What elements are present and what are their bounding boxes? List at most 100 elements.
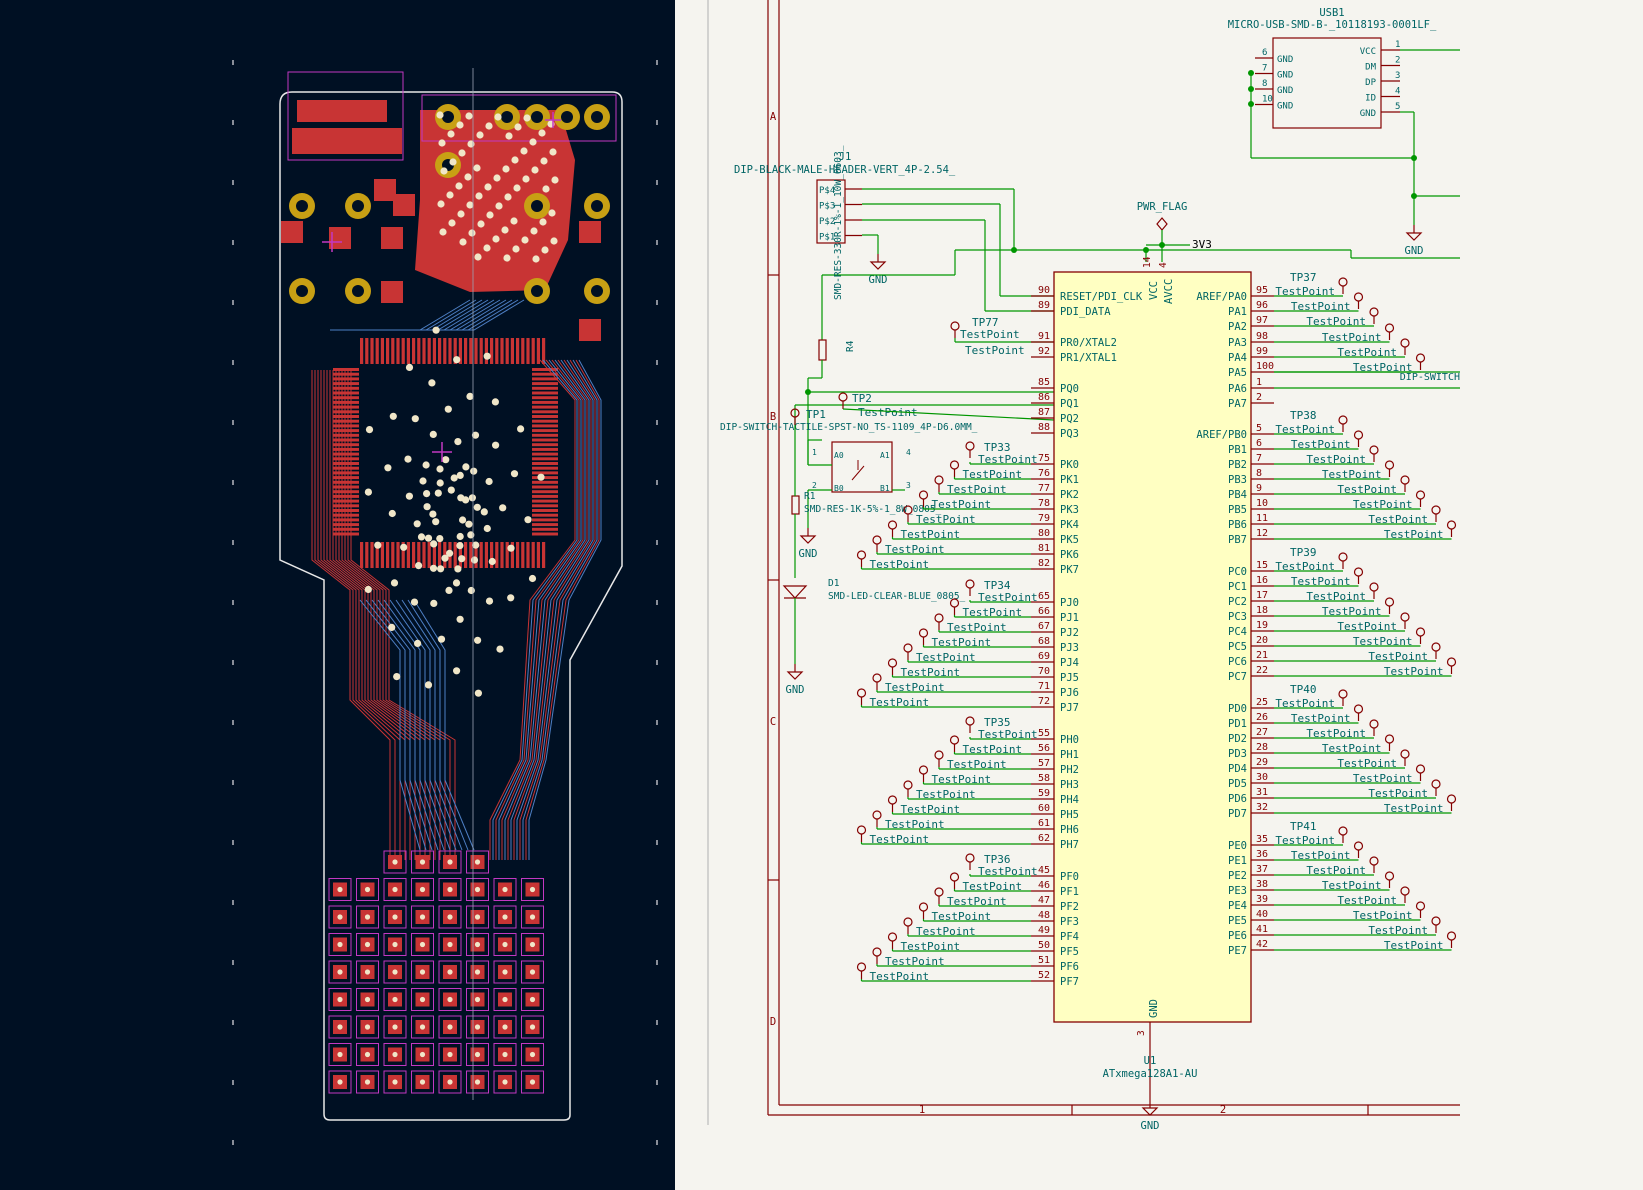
pcb-canvas[interactable] bbox=[0, 0, 675, 1190]
tp-value: TestPoint bbox=[1368, 650, 1428, 663]
qfp-pad bbox=[532, 377, 558, 381]
pin-name: PF1 bbox=[1060, 886, 1079, 898]
pin-number: 16 bbox=[1256, 575, 1268, 586]
testpoint-symbol bbox=[918, 490, 929, 500]
pcb-editor-view[interactable] bbox=[0, 0, 675, 1190]
qfp-pad bbox=[386, 542, 390, 568]
pin-name: GND bbox=[1277, 86, 1293, 96]
tp-value: TestPoint bbox=[1322, 331, 1382, 344]
pin-number: 19 bbox=[1256, 620, 1268, 631]
tp-value: TestPoint bbox=[965, 344, 1025, 357]
grid-mark bbox=[656, 720, 658, 725]
grid-mark bbox=[656, 180, 658, 185]
pin-number: 3 bbox=[906, 481, 911, 490]
grid-mark bbox=[656, 660, 658, 665]
qfp-pad bbox=[370, 542, 374, 568]
pin-name: PK2 bbox=[1060, 489, 1079, 501]
via bbox=[448, 219, 456, 227]
grid-mark bbox=[232, 240, 234, 245]
via bbox=[510, 470, 519, 478]
tp-value: TestPoint bbox=[1322, 468, 1382, 481]
tp-value: TestPoint bbox=[1384, 939, 1444, 952]
testpoint-symbol bbox=[965, 579, 975, 589]
pin-name: GND bbox=[1148, 999, 1160, 1018]
testpoint-symbol bbox=[1384, 460, 1395, 470]
via bbox=[459, 516, 467, 524]
qfp-pad bbox=[532, 471, 558, 475]
qfp-pad bbox=[495, 338, 499, 364]
led-via bbox=[447, 859, 453, 865]
grid-mark bbox=[232, 1020, 234, 1025]
qfp-pad bbox=[333, 419, 359, 423]
qfp-pad bbox=[422, 338, 426, 364]
led-via bbox=[447, 1024, 453, 1030]
via bbox=[504, 193, 512, 201]
led-via bbox=[337, 886, 343, 893]
qfp-pad bbox=[542, 542, 546, 568]
qfp-pad bbox=[333, 466, 359, 470]
r1-body bbox=[791, 495, 800, 515]
tp-value: TestPoint bbox=[978, 453, 1038, 466]
pin-number: 61 bbox=[1038, 818, 1050, 829]
testpoint-symbol bbox=[1446, 794, 1457, 804]
led-via bbox=[337, 1024, 343, 1030]
pin-name: PC6 bbox=[1228, 656, 1247, 668]
grid-mark bbox=[232, 1140, 234, 1145]
dip-switch-net-label: DIP-SWITCH bbox=[1400, 372, 1460, 383]
via bbox=[437, 565, 445, 573]
qfp-pad bbox=[333, 391, 359, 395]
testpoint-symbol bbox=[1369, 582, 1379, 592]
tp-ref: TP2 bbox=[852, 392, 872, 405]
via bbox=[510, 217, 518, 225]
led-via bbox=[474, 969, 481, 975]
grid-mark bbox=[656, 1080, 658, 1085]
via bbox=[476, 131, 484, 139]
grid-mark bbox=[656, 900, 658, 905]
pin-name: PC1 bbox=[1228, 581, 1247, 593]
via bbox=[483, 524, 491, 533]
via bbox=[492, 441, 500, 449]
pin-name: PJ2 bbox=[1060, 627, 1079, 639]
pin-name: GND bbox=[1277, 71, 1293, 81]
pin-name: PE1 bbox=[1228, 855, 1247, 867]
pwr-flag-label: PWR_FLAG bbox=[1137, 201, 1188, 213]
via bbox=[374, 541, 382, 549]
gnd-label: GND bbox=[799, 548, 818, 560]
pin-name: PK7 bbox=[1060, 564, 1079, 576]
d1-ref: D1 bbox=[828, 578, 840, 589]
via bbox=[388, 623, 396, 632]
qfp-pad bbox=[532, 438, 558, 442]
pin-number: 30 bbox=[1256, 772, 1268, 783]
pin-name: PE3 bbox=[1228, 885, 1247, 897]
tp-value: TestPoint bbox=[916, 513, 976, 526]
pin-name: PE6 bbox=[1228, 930, 1247, 942]
frame-col-label: 2 bbox=[1220, 1104, 1226, 1116]
junction bbox=[1011, 247, 1017, 253]
pin-name: B1 bbox=[880, 484, 890, 493]
schematic-editor-view[interactable]: A B C D 1 2 USB1 MICRO-USB-SMD-B-_10118193-0001… bbox=[675, 0, 1643, 1190]
qfp-pad bbox=[333, 523, 359, 527]
via bbox=[522, 175, 530, 183]
pin-name: PB6 bbox=[1228, 519, 1247, 531]
testpoint-symbol bbox=[949, 460, 960, 470]
pin-name: PD2 bbox=[1228, 733, 1247, 745]
qfp-pad bbox=[333, 438, 359, 442]
testpoint-symbol bbox=[1369, 445, 1379, 455]
pin-name: PA2 bbox=[1228, 321, 1247, 333]
via bbox=[437, 635, 446, 643]
testpoint-symbol bbox=[934, 475, 944, 485]
led-via bbox=[419, 886, 426, 893]
smd-pad bbox=[281, 221, 303, 243]
schematic-canvas[interactable]: ABCD1 2USB1MICRO-USB-SMD-B-_10118193-0001… bbox=[675, 0, 1643, 1190]
pin-name: PR1/XTAL1 bbox=[1060, 352, 1117, 364]
testpoint-symbol bbox=[1353, 704, 1364, 714]
led-via bbox=[392, 1079, 398, 1085]
led-via bbox=[364, 886, 371, 893]
qfp-pad bbox=[333, 368, 359, 371]
grid-mark bbox=[232, 180, 234, 185]
via bbox=[365, 426, 374, 434]
usb-pad-area bbox=[297, 100, 387, 122]
led-via bbox=[529, 941, 536, 948]
pin-name: PK0 bbox=[1060, 459, 1079, 471]
via bbox=[507, 594, 515, 602]
